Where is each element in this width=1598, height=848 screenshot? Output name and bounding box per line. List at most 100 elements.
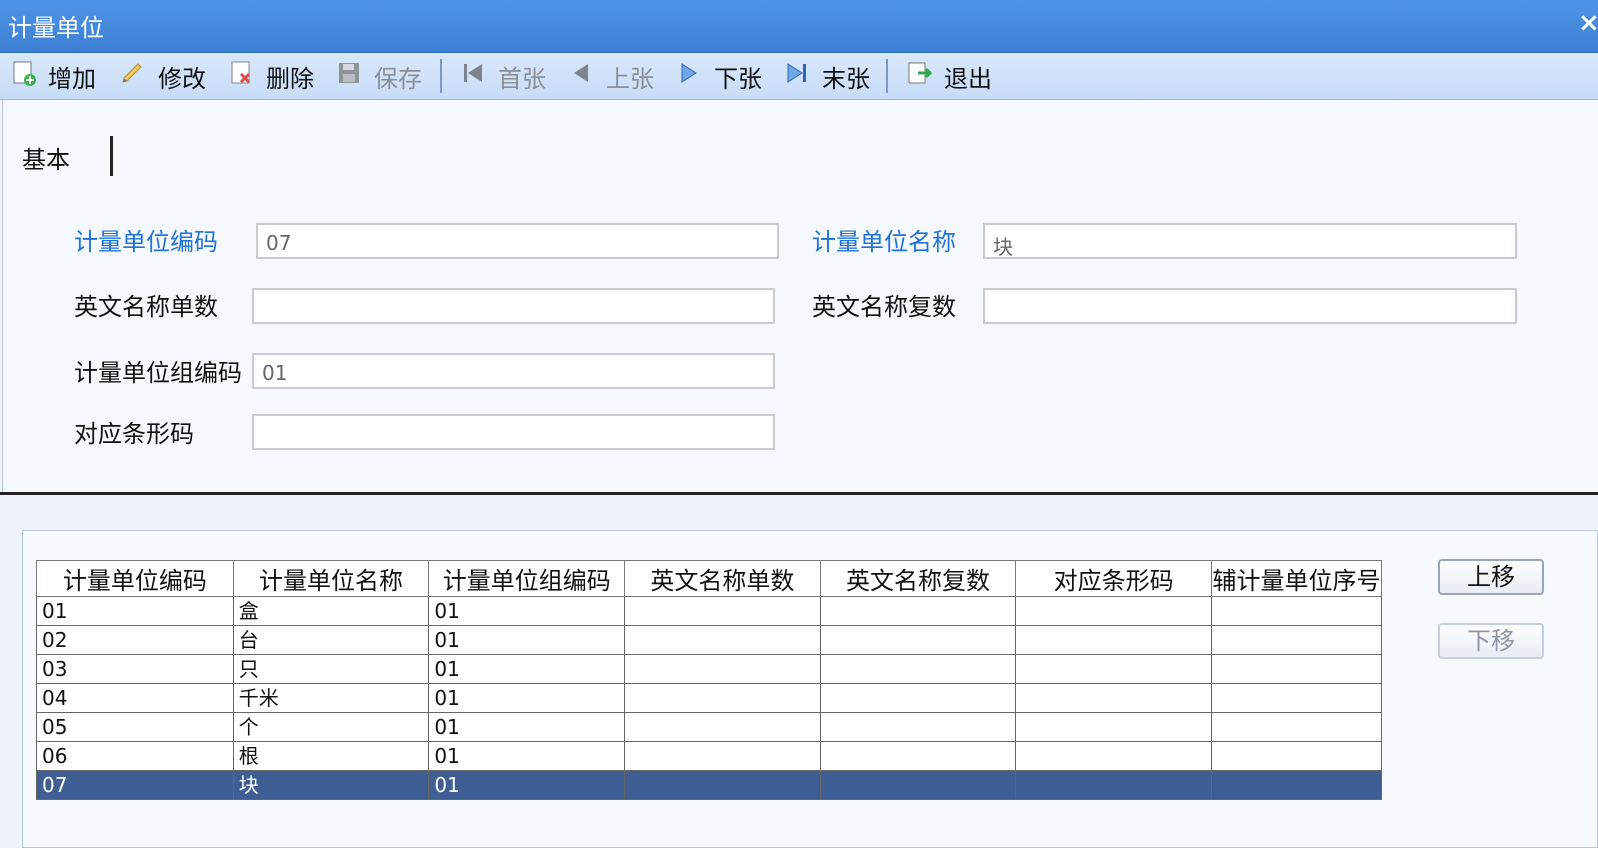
cell-group-code[interactable]: 01 [428, 712, 626, 742]
cell-english-singular[interactable] [624, 596, 821, 626]
cell-unit-code[interactable]: 05 [36, 712, 234, 742]
column-english-plural[interactable]: 英文名称复数 [819, 560, 1017, 597]
cell-unit-name[interactable]: 根 [232, 741, 430, 771]
column-unit-code[interactable]: 计量单位编码 [36, 560, 234, 597]
cell-aux-unit-sequence[interactable] [1210, 712, 1383, 742]
table-row-selected[interactable]: 07 块 01 [36, 770, 1383, 800]
cell-aux-unit-sequence[interactable] [1210, 683, 1383, 713]
cell-unit-code[interactable]: 02 [36, 625, 234, 655]
cell-unit-code[interactable]: 07 [36, 770, 234, 800]
cell-english-singular[interactable] [624, 770, 821, 800]
tab-basic[interactable]: 基本 [22, 140, 70, 175]
column-aux-unit-sequence[interactable]: 辅计量单位序号 [1210, 560, 1383, 597]
cell-barcode[interactable] [1015, 712, 1212, 742]
tab-divider [110, 136, 113, 176]
move-up-button[interactable]: 上移 [1438, 559, 1544, 595]
cell-english-singular[interactable] [624, 683, 821, 713]
save-button[interactable]: 保存 [334, 53, 422, 99]
cell-group-code[interactable]: 01 [428, 770, 626, 800]
first-button[interactable]: 首张 [458, 53, 546, 99]
close-icon[interactable]: × [1578, 8, 1598, 38]
table-row[interactable]: 03 只 01 [36, 654, 1383, 684]
toolbar: 增加 修改 删除 保存 首张 上张 下张 末张 退出 [0, 53, 1598, 100]
cell-english-singular[interactable] [624, 654, 821, 684]
table-row[interactable]: 04 千米 01 [36, 683, 1383, 713]
unit-name-label: 计量单位名称 [812, 228, 956, 256]
save-icon [334, 58, 364, 94]
cell-english-plural[interactable] [819, 683, 1017, 713]
cell-barcode[interactable] [1015, 770, 1212, 800]
last-button[interactable]: 末张 [782, 53, 870, 99]
table-row[interactable]: 05 个 01 [36, 712, 1383, 742]
column-barcode[interactable]: 对应条形码 [1015, 560, 1212, 597]
cell-unit-name[interactable]: 块 [232, 770, 430, 800]
cell-unit-code[interactable]: 06 [36, 741, 234, 771]
unit-grid: 计量单位编码 计量单位名称 计量单位组编码 英文名称单数 英文名称复数 对应条形… [36, 560, 1383, 800]
cell-english-plural[interactable] [819, 712, 1017, 742]
table-row[interactable]: 02 台 01 [36, 625, 1383, 655]
cell-english-plural[interactable] [819, 741, 1017, 771]
edit-button[interactable]: 修改 [118, 53, 206, 99]
cell-unit-name[interactable]: 盒 [232, 596, 430, 626]
unit-code-label: 计量单位编码 [74, 228, 218, 256]
cell-aux-unit-sequence[interactable] [1210, 770, 1383, 800]
cell-barcode[interactable] [1015, 741, 1212, 771]
add-button[interactable]: 增加 [8, 53, 96, 99]
english-singular-input[interactable] [252, 288, 775, 324]
toolbar-separator [440, 59, 442, 93]
cell-group-code[interactable]: 01 [428, 683, 626, 713]
cell-english-singular[interactable] [624, 712, 821, 742]
move-down-button[interactable]: 下移 [1438, 623, 1544, 659]
cell-unit-name[interactable]: 千米 [232, 683, 430, 713]
window-titlebar: 计量单位 × [0, 0, 1598, 53]
next-button[interactable]: 下张 [674, 53, 762, 99]
delete-button[interactable]: 删除 [226, 53, 314, 99]
edit-icon [118, 58, 148, 94]
cell-english-plural[interactable] [819, 770, 1017, 800]
cell-group-code[interactable]: 01 [428, 625, 626, 655]
cell-barcode[interactable] [1015, 625, 1212, 655]
edit-label: 修改 [158, 64, 206, 93]
cell-english-singular[interactable] [624, 625, 821, 655]
table-row[interactable]: 01 盒 01 [36, 596, 1383, 626]
cell-english-singular[interactable] [624, 741, 821, 771]
cell-group-code[interactable]: 01 [428, 741, 626, 771]
cell-unit-name[interactable]: 台 [232, 625, 430, 655]
cell-aux-unit-sequence[interactable] [1210, 654, 1383, 684]
cell-aux-unit-sequence[interactable] [1210, 741, 1383, 771]
column-group-code[interactable]: 计量单位组编码 [428, 560, 626, 597]
exit-label: 退出 [944, 64, 992, 93]
cell-english-plural[interactable] [819, 654, 1017, 684]
barcode-input[interactable] [252, 414, 775, 450]
first-label: 首张 [498, 64, 546, 93]
cell-aux-unit-sequence[interactable] [1210, 596, 1383, 626]
add-label: 增加 [48, 64, 96, 93]
cell-unit-name[interactable]: 只 [232, 654, 430, 684]
cell-unit-code[interactable]: 03 [36, 654, 234, 684]
unit-code-input[interactable]: 07 [256, 223, 779, 259]
unit-name-input[interactable]: 块 [983, 223, 1517, 259]
group-code-input[interactable]: 01 [252, 353, 775, 389]
cell-unit-name[interactable]: 个 [232, 712, 430, 742]
prev-button[interactable]: 上张 [566, 53, 654, 99]
last-icon [782, 58, 812, 94]
cell-unit-code[interactable]: 01 [36, 596, 234, 626]
prev-icon [566, 58, 596, 94]
column-unit-name[interactable]: 计量单位名称 [232, 560, 430, 597]
cell-aux-unit-sequence[interactable] [1210, 625, 1383, 655]
cell-group-code[interactable]: 01 [428, 596, 626, 626]
column-english-singular[interactable]: 英文名称单数 [624, 560, 821, 597]
cell-english-plural[interactable] [819, 625, 1017, 655]
add-icon [8, 58, 38, 94]
cell-barcode[interactable] [1015, 596, 1212, 626]
delete-icon [226, 58, 256, 94]
english-plural-input[interactable] [983, 288, 1517, 324]
cell-barcode[interactable] [1015, 654, 1212, 684]
cell-unit-code[interactable]: 04 [36, 683, 234, 713]
table-row[interactable]: 06 根 01 [36, 741, 1383, 771]
cell-group-code[interactable]: 01 [428, 654, 626, 684]
cell-barcode[interactable] [1015, 683, 1212, 713]
english-plural-label: 英文名称复数 [812, 293, 956, 321]
exit-button[interactable]: 退出 [904, 53, 992, 99]
cell-english-plural[interactable] [819, 596, 1017, 626]
